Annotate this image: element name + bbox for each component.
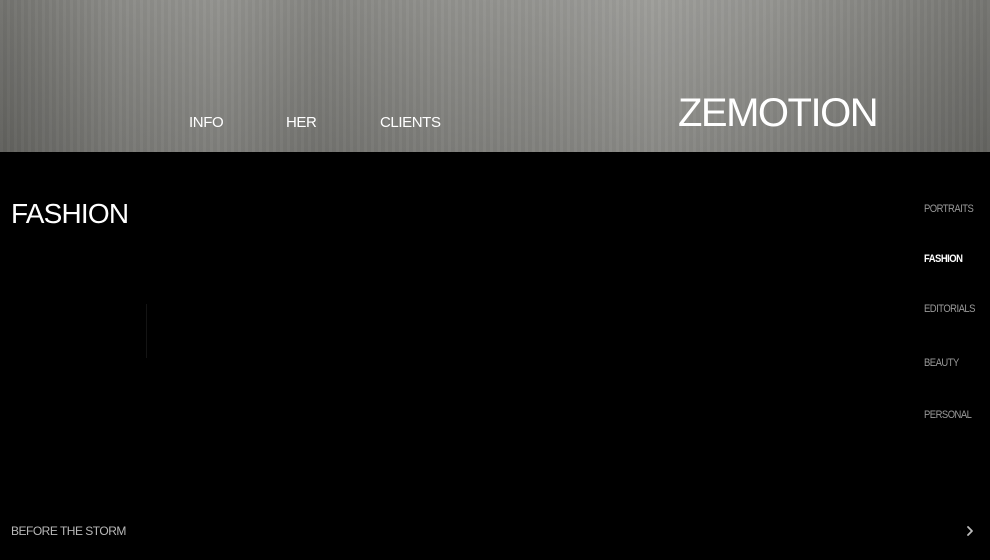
nav-her-link[interactable]: HER [286,114,317,131]
page-title: FASHION [11,198,129,229]
page: INFO HER CLIENTS ZEMOTION FASHION PORTRA… [0,0,990,560]
header-banner: INFO HER CLIENTS ZEMOTION [0,0,990,152]
nav-info-link[interactable]: INFO [189,114,224,131]
divider [146,304,147,358]
brand-logo[interactable]: ZEMOTION [678,91,879,135]
next-button[interactable] [961,522,979,540]
gallery-caption: BEFORE THE STORM [11,524,126,538]
category-item-editorials[interactable]: EDITORIALS [924,303,975,315]
category-item-fashion[interactable]: FASHION [924,253,963,265]
category-item-personal[interactable]: PERSONAL [924,409,972,421]
category-item-portraits[interactable]: PORTRAITS [924,203,974,215]
category-item-beauty[interactable]: BEAUTY [924,357,959,369]
chevron-right-icon [967,526,973,536]
nav-clients-link[interactable]: CLIENTS [380,114,441,131]
